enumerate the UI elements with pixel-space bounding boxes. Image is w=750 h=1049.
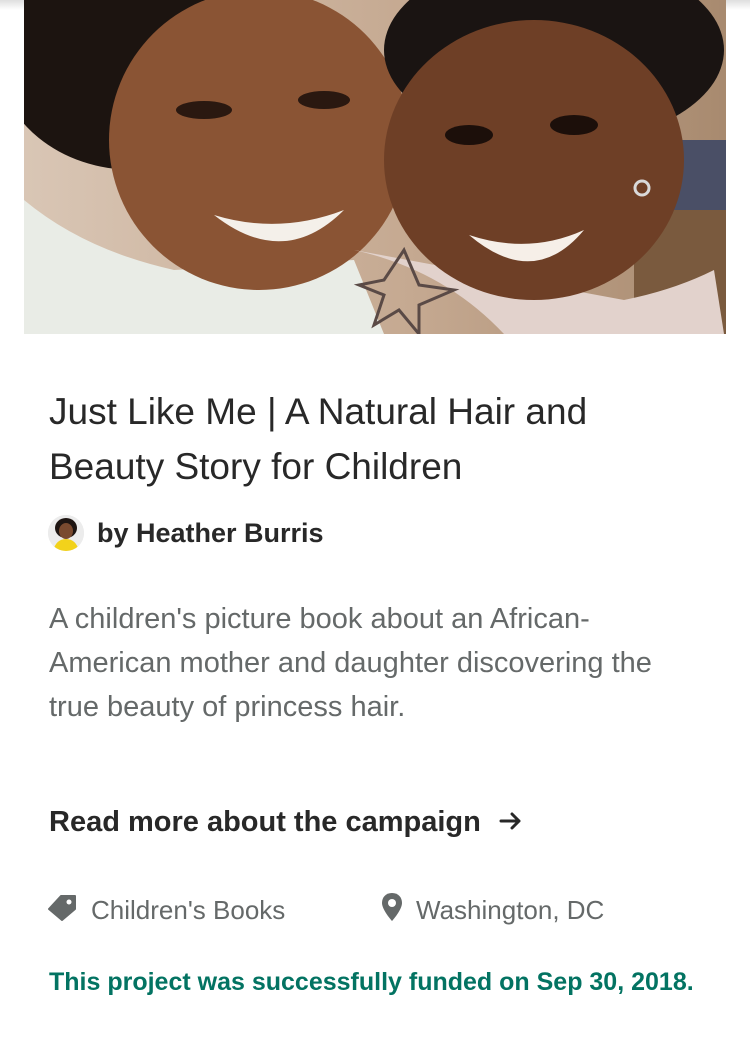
- tag-icon: [47, 893, 79, 928]
- creator-byline[interactable]: by Heather Burris: [48, 514, 324, 552]
- read-more-label[interactable]: Read more about the campaign: [49, 806, 481, 839]
- location-label[interactable]: Washington, DC: [416, 895, 604, 926]
- creator-name[interactable]: by Heather Burris: [97, 518, 324, 549]
- creator-avatar[interactable]: [48, 515, 84, 551]
- avatar-photo: [48, 515, 84, 551]
- category-label[interactable]: Children's Books: [91, 895, 285, 926]
- arrow-right-icon[interactable]: [499, 806, 523, 839]
- funded-status: This project was successfully funded on …: [49, 968, 694, 996]
- read-more-link[interactable]: Read more about the campaign: [49, 806, 523, 839]
- location-link[interactable]: Washington, DC: [380, 890, 604, 930]
- category-link[interactable]: Children's Books: [47, 890, 285, 930]
- hero-photo-illustration: [24, 0, 726, 334]
- map-pin-icon: [380, 892, 404, 929]
- project-blurb: A children's picture book about an Afric…: [49, 603, 652, 723]
- project-hero-image: [24, 0, 726, 334]
- project-title: Just Like Me | A Natural Hair and Beauty…: [49, 391, 588, 487]
